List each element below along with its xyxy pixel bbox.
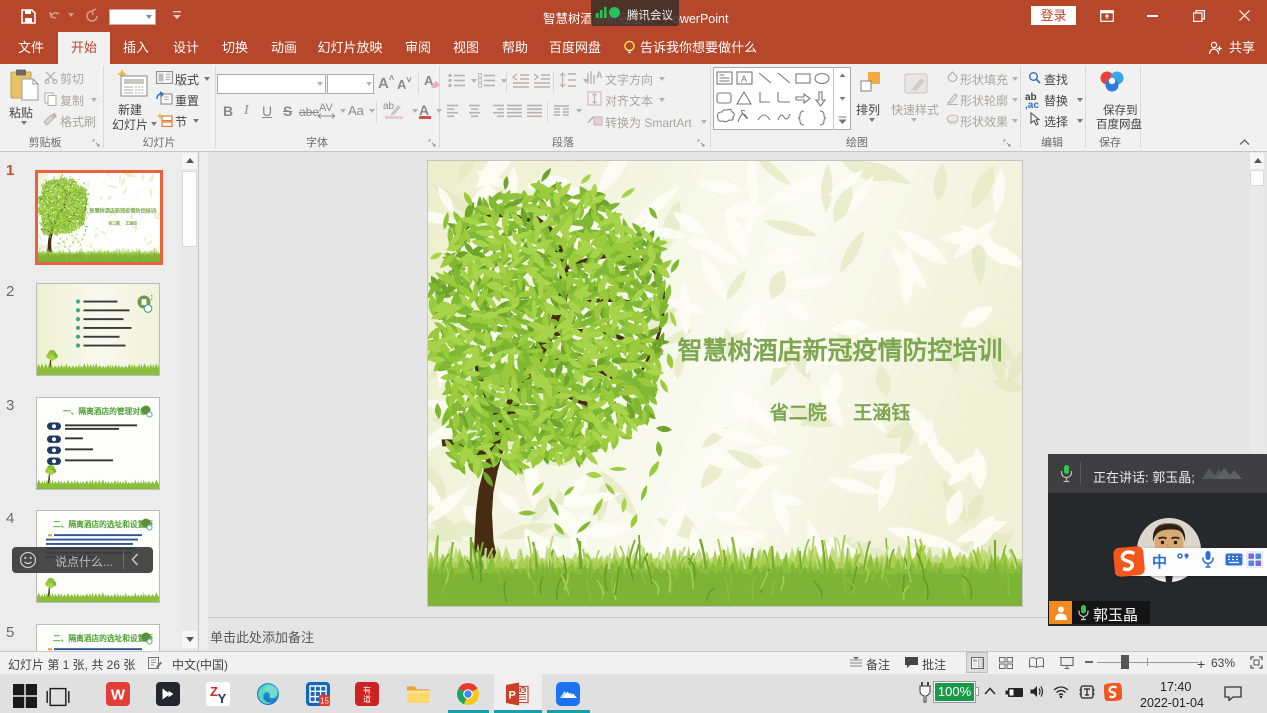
svg-text:二、隔离酒店的选址和设置要: 二、隔离酒店的选址和设置要 bbox=[53, 633, 153, 643]
svg-text:A: A bbox=[741, 74, 747, 84]
svg-text:有: 有 bbox=[363, 685, 371, 695]
svg-text:A: A bbox=[596, 70, 603, 80]
svg-text:P: P bbox=[509, 690, 516, 702]
svg-text:道: 道 bbox=[363, 694, 371, 704]
svg-text:二、隔离酒店的选址和设置要: 二、隔离酒店的选址和设置要 bbox=[53, 519, 153, 529]
svg-text:一、隔离酒店的管理对象: 一、隔离酒店的管理对象 bbox=[63, 406, 148, 416]
svg-text:Y: Y bbox=[218, 691, 227, 706]
svg-text:省二院 王涵钰: 省二院 王涵钰 bbox=[769, 401, 910, 424]
svg-text:智慧树酒店新冠疫情防控培训: 智慧树酒店新冠疫情防控培训 bbox=[88, 208, 155, 215]
svg-text:W: W bbox=[111, 687, 126, 704]
svg-text:15: 15 bbox=[320, 697, 329, 706]
svg-text:智慧树酒店新冠疫情防控培训: 智慧树酒店新冠疫情防控培训 bbox=[677, 336, 1002, 365]
